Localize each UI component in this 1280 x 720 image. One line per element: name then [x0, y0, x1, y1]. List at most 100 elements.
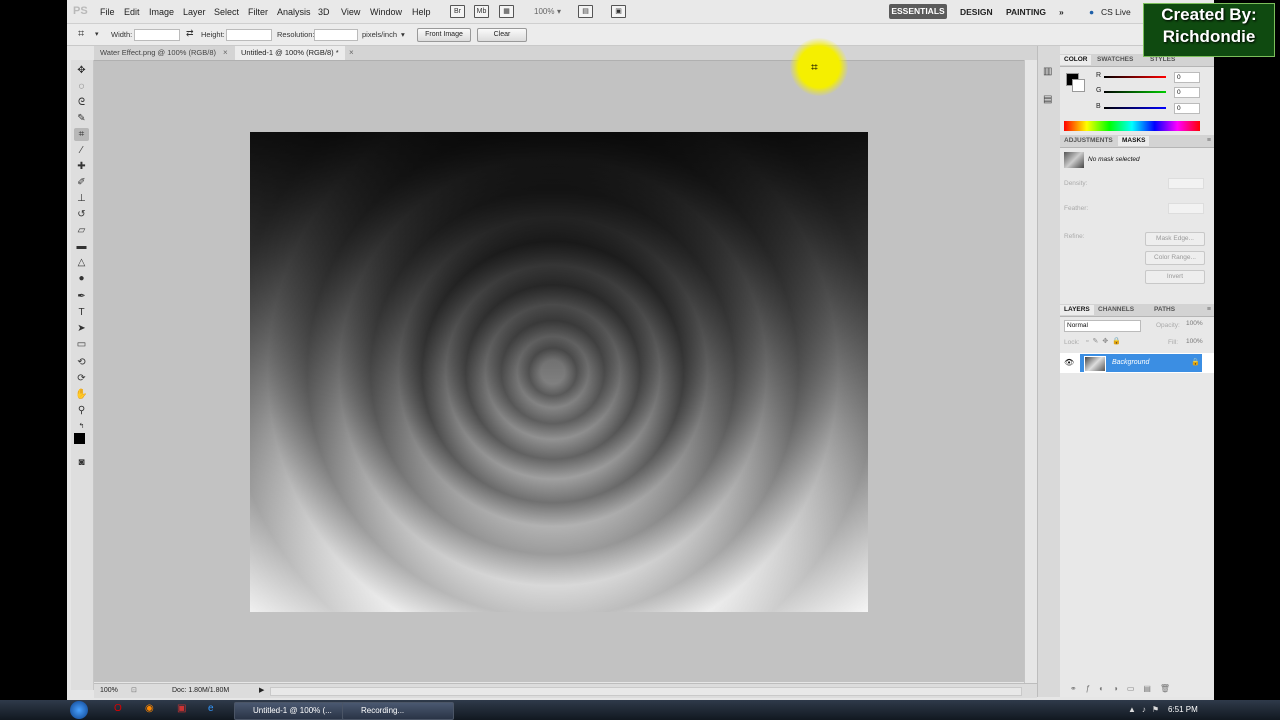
tab-close-icon[interactable]: × — [349, 48, 354, 57]
menu-layer[interactable]: Layer — [183, 7, 206, 17]
history-panel-icon[interactable]: ▥ — [1043, 66, 1052, 77]
menu-help[interactable]: Help — [412, 7, 431, 17]
preset-dropdown-icon[interactable]: ▾ — [95, 30, 99, 38]
healing-brush-tool-icon[interactable]: ✚ — [74, 160, 89, 173]
marquee-tool-icon[interactable]: ◌ — [74, 80, 89, 93]
swap-colors-icon[interactable]: ↰ — [74, 420, 89, 433]
feather-field[interactable] — [1168, 203, 1204, 214]
color-background-swatch[interactable] — [1072, 79, 1085, 92]
eyedropper-tool-icon[interactable]: ⁄ — [74, 144, 89, 157]
workspace-design[interactable]: DESIGN — [960, 7, 993, 17]
menu-analysis[interactable]: Analysis — [277, 7, 311, 17]
dodge-tool-icon[interactable]: ● — [74, 272, 89, 285]
tab-untitled-1[interactable]: Untitled-1 @ 100% (RGB/8) * — [235, 46, 345, 60]
tab-adjustments[interactable]: ADJUSTMENTS — [1060, 136, 1117, 146]
status-doc-size[interactable]: Doc: 1.80M/1.80M — [172, 687, 229, 694]
foreground-color-swatch[interactable] — [74, 433, 85, 444]
app-icon[interactable]: ▣ — [177, 703, 186, 714]
status-zoom[interactable]: 100% — [100, 687, 118, 694]
path-selection-tool-icon[interactable]: ➤ — [74, 322, 89, 335]
clock[interactable]: 6:51 PM — [1168, 705, 1198, 714]
mask-edge-button[interactable]: Mask Edge... — [1145, 232, 1205, 246]
menu-file[interactable]: File — [100, 7, 115, 17]
blue-slider[interactable] — [1104, 107, 1166, 109]
quick-select-tool-icon[interactable]: ✎ — [74, 112, 89, 125]
3d-rotate-tool-icon[interactable]: ⟲ — [74, 356, 89, 369]
horizontal-scrollbar[interactable] — [270, 687, 1022, 696]
tab-channels[interactable]: CHANNELS — [1094, 305, 1138, 315]
invert-button[interactable]: Invert — [1145, 270, 1205, 284]
red-value[interactable]: 0 — [1174, 72, 1200, 83]
gradient-tool-icon[interactable]: ▬ — [74, 240, 89, 253]
more-workspaces-icon[interactable]: » — [1059, 7, 1064, 17]
tab-water-effect[interactable]: Water Effect.png @ 100% (RGB/8) — [94, 46, 222, 60]
front-image-button[interactable]: Front Image — [417, 28, 471, 42]
bridge-icon[interactable]: Br — [450, 5, 465, 18]
arrange-icon[interactable]: ▤ — [578, 5, 593, 18]
unit-dropdown-icon[interactable]: ▾ — [401, 30, 405, 39]
fill-value[interactable]: 100% — [1186, 338, 1203, 345]
tab-swatches[interactable]: SWATCHES — [1093, 55, 1137, 65]
blue-value[interactable]: 0 — [1174, 103, 1200, 114]
density-field[interactable] — [1168, 178, 1204, 189]
opacity-value[interactable]: 100% — [1186, 320, 1203, 327]
pen-tool-icon[interactable]: ✒ — [74, 290, 89, 303]
zoom-level[interactable]: 100% — [534, 7, 554, 16]
crop-tool-icon[interactable]: ⌗ — [74, 128, 89, 141]
menu-select[interactable]: Select — [214, 7, 239, 17]
clear-button[interactable]: Clear — [477, 28, 527, 42]
menu-image[interactable]: Image — [149, 7, 174, 17]
tab-layers[interactable]: LAYERS — [1060, 305, 1094, 315]
clone-stamp-tool-icon[interactable]: ⊥ — [74, 192, 89, 205]
type-tool-icon[interactable]: T — [74, 306, 89, 319]
lasso-tool-icon[interactable]: ᘓ — [74, 96, 89, 109]
menu-window[interactable]: Window — [370, 7, 402, 17]
crop-tool-preset-icon[interactable]: ⌗ — [78, 28, 84, 41]
tray-icons[interactable]: ▲♪⚑ — [1128, 705, 1165, 714]
history-brush-tool-icon[interactable]: ↺ — [74, 208, 89, 221]
hand-tool-icon[interactable]: ✋ — [74, 388, 89, 401]
eye-icon[interactable]: 👁 — [1064, 358, 1074, 367]
cs-live-label[interactable]: CS Live — [1101, 7, 1131, 17]
start-button[interactable] — [70, 701, 88, 719]
layer-background[interactable]: 👁 Background 🔒 — [1060, 353, 1214, 373]
ie-icon[interactable]: e — [208, 703, 214, 714]
workspace-painting[interactable]: PAINTING — [1006, 7, 1046, 17]
red-slider[interactable] — [1104, 76, 1166, 78]
taskbar-photoshop[interactable]: Untitled-1 @ 100% (... — [234, 702, 352, 720]
opera-icon[interactable]: O — [114, 703, 122, 714]
rectangle-tool-icon[interactable]: ▭ — [74, 338, 89, 351]
layer-action-icons[interactable]: ⚭ƒ◐◑▭▤🗑 — [1070, 684, 1179, 693]
resolution-field[interactable] — [314, 29, 358, 41]
tab-close-icon[interactable]: × — [223, 48, 228, 57]
taskbar-recording[interactable]: Recording... — [342, 702, 454, 720]
color-spectrum[interactable] — [1064, 121, 1200, 131]
tab-masks[interactable]: MASKS — [1118, 136, 1150, 146]
eraser-tool-icon[interactable]: ▱ — [74, 224, 89, 237]
screen-mode-icon[interactable]: ▣ — [611, 5, 626, 18]
mini-bridge-icon[interactable]: Mb — [474, 5, 489, 18]
actions-panel-icon[interactable]: ▤ — [1043, 94, 1052, 105]
height-field[interactable] — [226, 29, 272, 41]
status-menu-arrow-icon[interactable]: ▶ — [259, 686, 264, 694]
blend-mode-select[interactable]: Normal — [1064, 320, 1141, 332]
zoom-dropdown-icon[interactable]: ▾ — [557, 7, 561, 16]
move-tool-icon[interactable]: ✥ — [74, 64, 89, 77]
menu-view[interactable]: View — [341, 7, 360, 17]
width-field[interactable] — [134, 29, 180, 41]
green-value[interactable]: 0 — [1174, 87, 1200, 98]
firefox-icon[interactable]: ◉ — [145, 703, 154, 714]
tab-paths[interactable]: PATHS — [1150, 305, 1179, 315]
green-slider[interactable] — [1104, 91, 1166, 93]
lock-icons[interactable]: ▫✎✥🔒 — [1086, 337, 1125, 345]
vertical-scrollbar[interactable] — [1024, 60, 1038, 687]
menu-3d[interactable]: 3D — [318, 7, 330, 17]
panel-menu-icon[interactable]: ≡ — [1207, 306, 1211, 313]
workspace-essentials[interactable]: ESSENTIALS — [889, 4, 947, 19]
tab-color[interactable]: COLOR — [1060, 55, 1092, 65]
panel-menu-icon[interactable]: ≡ — [1207, 137, 1211, 144]
brush-tool-icon[interactable]: ✐ — [74, 176, 89, 189]
zoom-tool-icon[interactable]: ⚲ — [74, 404, 89, 417]
cs-live-icon[interactable]: ● — [1089, 7, 1094, 17]
extras-icon[interactable]: ▦ — [499, 5, 514, 18]
